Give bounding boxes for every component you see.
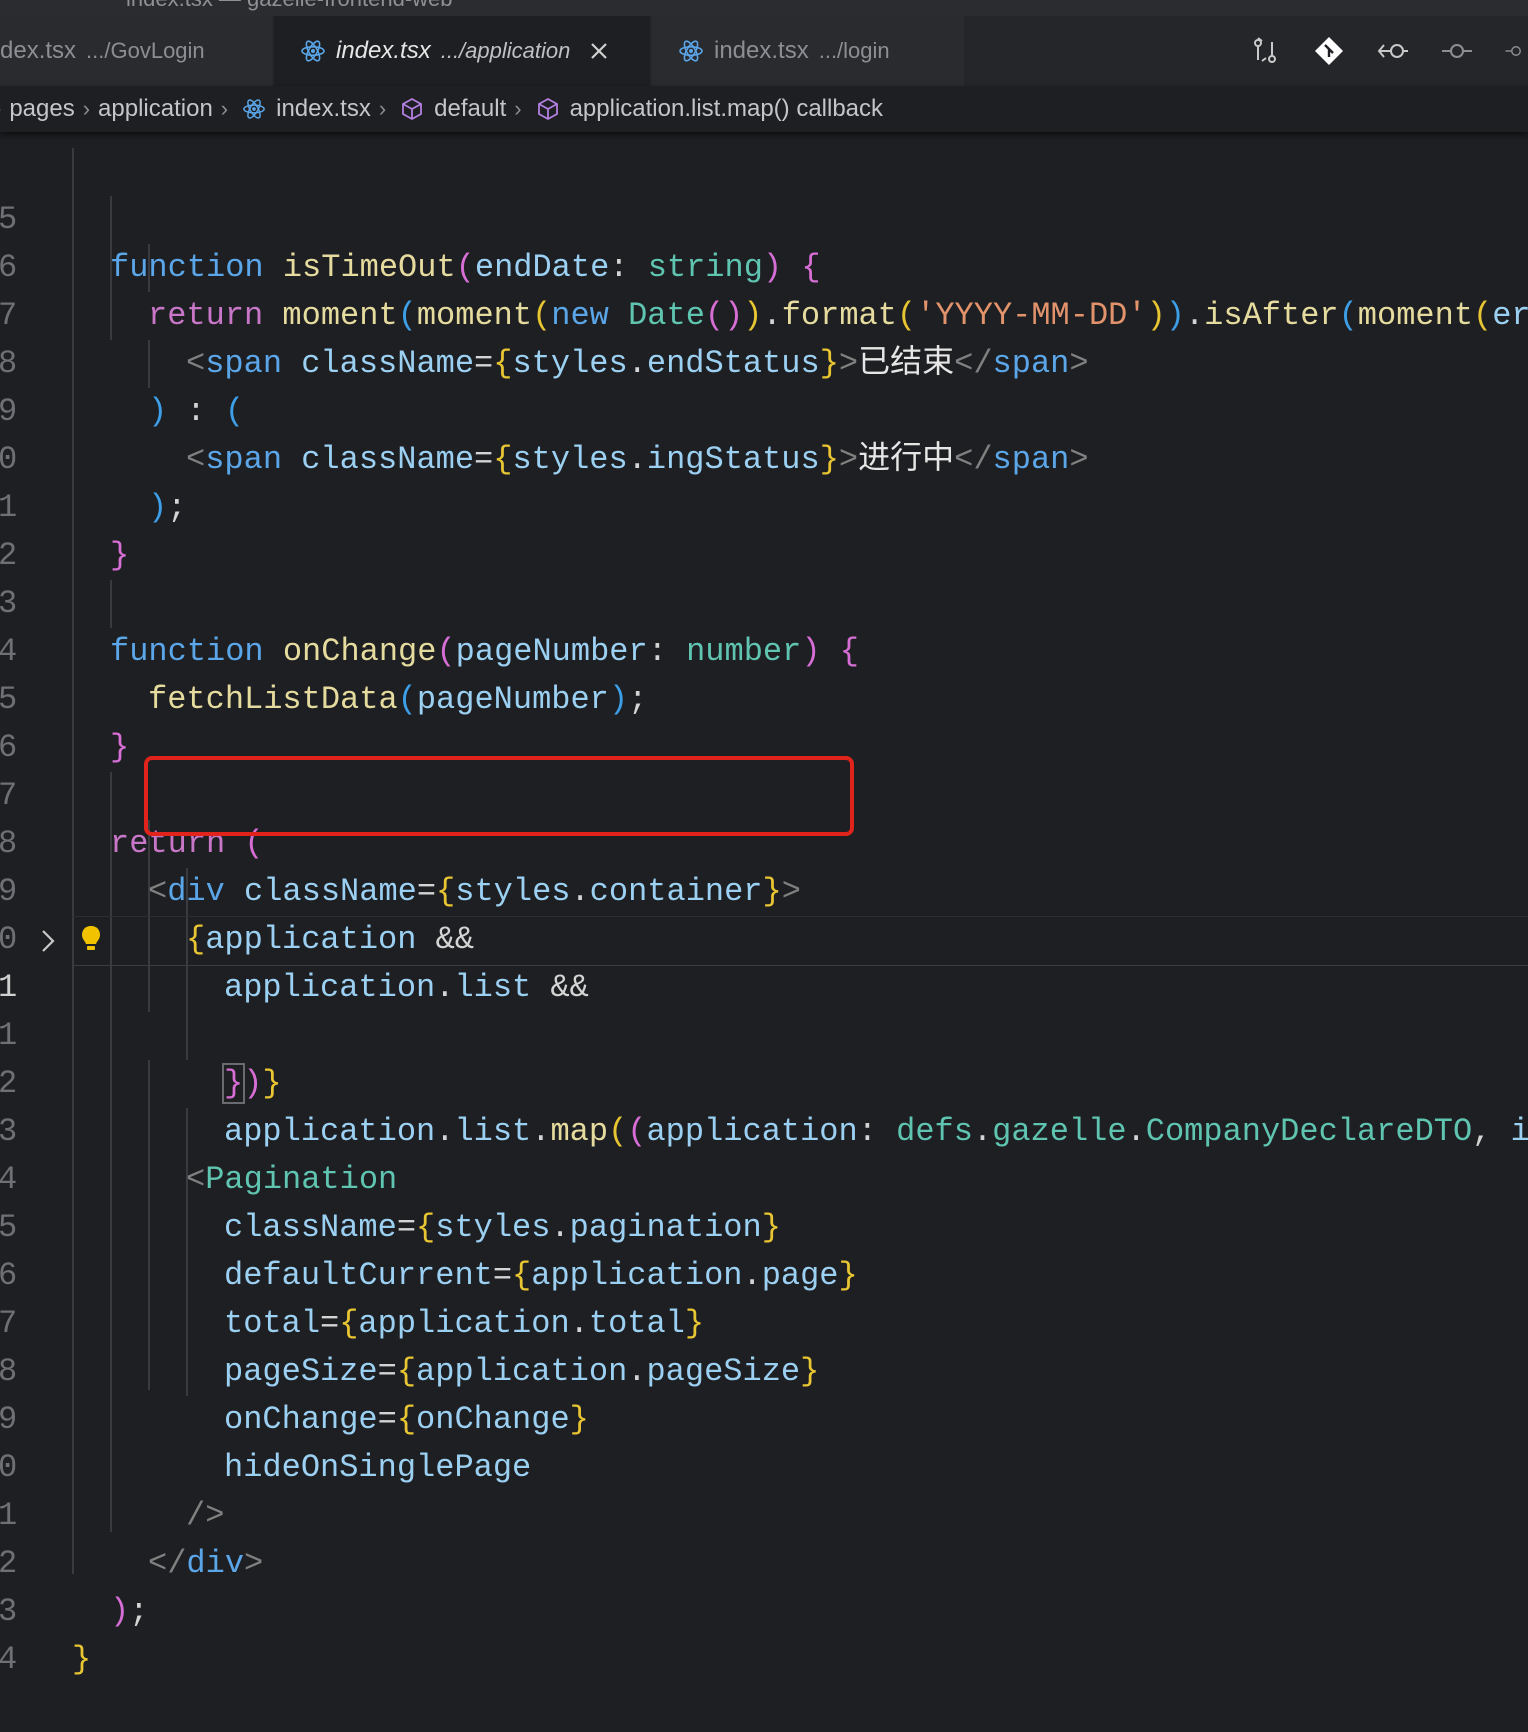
tab-login[interactable]: index.tsx .../login	[652, 16, 964, 86]
code-line: 9 <span className={styles.ingStatus}>进行中…	[0, 340, 1528, 478]
commit-next-icon[interactable]	[1504, 34, 1528, 68]
chevron-right-icon: ›	[220, 96, 229, 121]
code-line: 2	[0, 484, 1528, 574]
breadcrumb-item-default[interactable]: default	[434, 95, 506, 123]
code-line: 9 hideOnSinglePage	[0, 1348, 1528, 1486]
window-title: index.tsx — gazelle-frontend-web	[126, 0, 453, 12]
chevron-right-icon: ›	[378, 96, 387, 121]
code-line: 4	[0, 1588, 1528, 1678]
code-line: 6 total={application.total}	[0, 1204, 1528, 1342]
tab-label: dex.tsx	[0, 37, 77, 64]
code-line: 1 application.list.map((application: def…	[0, 916, 1528, 1150]
tab-govlogin[interactable]: dex.tsx .../GovLogin	[0, 16, 272, 86]
code-line: 0 );	[0, 388, 1528, 526]
chevron-right-icon: ›	[514, 96, 522, 121]
code-line: 8 onChange={onChange}	[0, 1300, 1528, 1438]
go-back-icon[interactable]	[1376, 34, 1410, 68]
cube-symbol-icon	[537, 97, 558, 121]
code-line: 4 fetchListData(pageNumber);	[0, 580, 1528, 718]
tab-application[interactable]: index.tsx .../application	[274, 16, 650, 86]
code-line: 2	[0, 1012, 1528, 1102]
breadcrumb-item-file[interactable]: index.tsx	[276, 95, 371, 123]
close-icon[interactable]	[588, 40, 610, 62]
code-line: 7 pageSize={application.pageSize}	[0, 1252, 1528, 1390]
code-line: 1 </div>	[0, 1444, 1528, 1582]
react-icon	[243, 99, 266, 119]
code-line: 2 );	[0, 1492, 1528, 1630]
tab-description: .../application	[440, 38, 571, 63]
chevron-right-icon: ›	[0, 96, 1, 122]
code-line: 5 function isTimeOut(endDate: string) {	[0, 148, 1528, 286]
highlight-annotation-box	[144, 756, 854, 836]
git-icon[interactable]	[1312, 34, 1346, 68]
code-line: 4 className={styles.pagination}	[0, 1108, 1528, 1246]
tab-description: .../GovLogin	[86, 38, 205, 63]
react-icon	[679, 40, 703, 62]
code-line: 5 defaultCurrent={application.page}	[0, 1156, 1528, 1294]
code-line: 1 }	[0, 436, 1528, 574]
chevron-right-icon: ›	[82, 96, 91, 121]
editor-actions	[1218, 16, 1528, 86]
breadcrumb-item-application[interactable]: application	[98, 95, 213, 123]
breadcrumb-item-callback[interactable]: application.list.map() callback	[570, 95, 883, 123]
code-line: 1 })}	[0, 964, 1528, 1104]
code-line: 0 />	[0, 1396, 1528, 1534]
code-line: 0 application.list &&	[0, 868, 1528, 1006]
code-editor[interactable]: 5 function isTimeOut(endDate: string) { …	[0, 148, 1528, 1678]
tab-description: .../login	[818, 38, 890, 63]
breadcrumb-item-pages[interactable]: pages	[9, 95, 74, 123]
tab-label: index.tsx	[336, 37, 431, 64]
code-line: 8 ) : (	[0, 292, 1528, 430]
line-number: 4	[0, 1641, 18, 1678]
code-line: 3 <Pagination	[0, 1060, 1528, 1198]
tab-label: index.tsx	[714, 37, 809, 64]
breadcrumb: › pages › application › index.tsx › defa…	[0, 86, 1528, 132]
code-line: 3 function onChange(pageNumber: number) …	[0, 532, 1528, 670]
code-line: 6	[0, 676, 1528, 766]
commit-icon[interactable]	[1440, 34, 1474, 68]
react-icon	[301, 40, 325, 62]
code-line: 3 }	[0, 1540, 1528, 1678]
lightbulb-icon[interactable]	[80, 924, 102, 954]
code-line: 7 <span className={styles.endStatus}>已结束…	[0, 244, 1528, 382]
cube-symbol-icon	[402, 97, 423, 121]
window-titlebar: index.tsx — gazelle-frontend-web	[0, 0, 1528, 16]
compare-changes-icon[interactable]	[1248, 34, 1282, 68]
code-line: 6 return moment(moment(new Date()).forma…	[0, 196, 1528, 334]
fold-chevron-icon[interactable]	[38, 928, 58, 954]
code-line: 5 }	[0, 628, 1528, 766]
